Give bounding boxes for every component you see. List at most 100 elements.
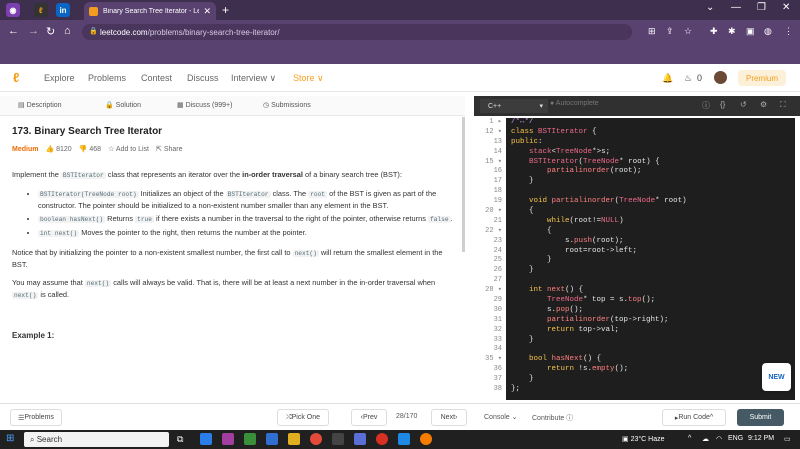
braces-icon[interactable]: {} xyxy=(720,100,725,109)
nav-explore[interactable]: Explore xyxy=(44,73,75,83)
code-line[interactable]: int next() { xyxy=(511,286,795,296)
nav-problems[interactable]: Problems xyxy=(88,73,126,83)
like-button[interactable]: 👍 8120 xyxy=(45,145,71,153)
tab-search-icon[interactable]: ⌄ xyxy=(706,2,714,13)
avatar[interactable] xyxy=(714,71,727,84)
code-line[interactable]: bool hasNext() { xyxy=(511,355,795,365)
code-line[interactable]: public: xyxy=(511,138,795,148)
back-icon[interactable]: ← xyxy=(8,25,19,37)
code-line[interactable]: return !s.empty(); xyxy=(511,365,795,375)
nav-discuss[interactable]: Discuss xyxy=(187,73,219,83)
settings-icon[interactable]: ⚙ xyxy=(760,100,767,109)
dislike-button[interactable]: 👎 468 xyxy=(79,145,101,153)
chrome-icon[interactable] xyxy=(310,433,322,445)
code-line[interactable] xyxy=(511,345,795,355)
onedrive-icon[interactable]: ☁ xyxy=(702,435,709,443)
home-icon[interactable]: ⌂ xyxy=(64,25,71,37)
close-tab-icon[interactable]: ✕ xyxy=(203,6,211,17)
pick-one-button[interactable]: ⤮ Pick One xyxy=(277,409,329,426)
address-bar[interactable]: 🔒 leetcode.com/problems/binary-search-tr… xyxy=(82,24,632,40)
code-line[interactable]: return top->val; xyxy=(511,326,795,336)
share-button[interactable]: ⇱ Share xyxy=(156,145,183,153)
nav-interview[interactable]: Interview ∨ xyxy=(231,73,276,84)
app-icon-green[interactable] xyxy=(244,433,256,445)
github-icon[interactable] xyxy=(332,433,344,445)
tray-chevron-icon[interactable]: ^ xyxy=(688,435,691,442)
code-editor[interactable]: /*↔*/class BSTIterator {public: stack<Tr… xyxy=(506,118,795,400)
premium-button[interactable]: Premium xyxy=(738,70,786,86)
fire-icon[interactable]: ♨ xyxy=(684,73,692,84)
code-line[interactable]: s.push(root); xyxy=(511,237,795,247)
app-icon-files[interactable] xyxy=(288,433,300,445)
code-line[interactable]: partialinorder(root); xyxy=(511,167,795,177)
code-line[interactable]: } xyxy=(511,177,795,187)
code-line[interactable]: stack<TreeNode*>s; xyxy=(511,148,795,158)
profile-icon[interactable]: ◍ xyxy=(764,26,772,37)
run-code-button[interactable]: ▸ Run Code ^ xyxy=(662,409,726,426)
lang-indicator[interactable]: ENG xyxy=(728,435,743,442)
forward-icon[interactable]: → xyxy=(28,25,39,37)
code-line[interactable] xyxy=(511,187,795,197)
tab-discuss[interactable]: ▦ Discuss (999+) xyxy=(177,101,232,109)
pinned-tab-app-icon[interactable]: ◉ xyxy=(6,3,20,17)
firefox-icon[interactable] xyxy=(420,433,432,445)
extension-icon[interactable]: ✚ xyxy=(710,26,718,37)
taskbar-search[interactable]: ⌕ Search xyxy=(24,432,169,447)
translate-icon[interactable]: ⊞ xyxy=(648,26,656,37)
opera-icon[interactable] xyxy=(376,433,388,445)
restore-icon[interactable]: ❐ xyxy=(757,2,766,13)
active-tab[interactable]: Binary Search Tree Iterator - Lee ✕ xyxy=(84,2,216,20)
app-icon-onenote[interactable] xyxy=(222,433,234,445)
code-line[interactable]: } xyxy=(511,375,795,385)
add-to-list-button[interactable]: ☆ Add to List xyxy=(108,145,149,153)
code-line[interactable]: BSTIterator(TreeNode* root) { xyxy=(511,158,795,168)
app-icon-blue[interactable] xyxy=(266,433,278,445)
contribute-button[interactable]: Contribute ⓘ xyxy=(532,413,573,423)
vscode-icon[interactable] xyxy=(398,433,410,445)
new-tab-icon[interactable]: + xyxy=(222,3,229,17)
code-line[interactable]: while(root!=NULL) xyxy=(511,217,795,227)
code-line[interactable] xyxy=(511,276,795,286)
code-line[interactable]: s.pop(); xyxy=(511,306,795,316)
reload-icon[interactable]: ↻ xyxy=(46,25,55,38)
close-window-icon[interactable]: ✕ xyxy=(782,2,790,13)
tab-submissions[interactable]: ◷ Submissions xyxy=(263,101,311,109)
nav-contest[interactable]: Contest xyxy=(141,73,172,83)
menu-dots-icon[interactable]: ⋮ xyxy=(784,26,793,37)
app-icon-store[interactable] xyxy=(200,433,212,445)
pinned-tab-linkedin-icon[interactable]: in xyxy=(56,3,70,17)
code-line[interactable]: void partialinorder(TreeNode* root) xyxy=(511,197,795,207)
sidebar-icon[interactable]: ▣ xyxy=(746,26,755,37)
code-line[interactable]: /*↔*/ xyxy=(511,118,795,128)
code-line[interactable]: { xyxy=(511,207,795,217)
clock[interactable]: 9:12 PM xyxy=(748,435,774,442)
bookmark-star-icon[interactable]: ☆ xyxy=(684,26,692,37)
reset-icon[interactable]: ↺ xyxy=(740,100,747,109)
windows-start-icon[interactable]: ⊞ xyxy=(6,433,14,444)
fullscreen-icon[interactable]: ⛶ xyxy=(780,100,786,110)
autocomplete-toggle[interactable]: ● Autocomplete xyxy=(550,100,599,107)
nav-store[interactable]: Store ∨ xyxy=(293,73,324,84)
notifications-icon[interactable]: ▭ xyxy=(784,435,791,443)
code-line[interactable]: root=root->left; xyxy=(511,247,795,257)
language-select[interactable]: C++ ▾ xyxy=(480,99,548,113)
bell-icon[interactable]: 🔔 xyxy=(662,73,673,84)
weather-widget[interactable]: ▣ 23°C Haze xyxy=(622,435,665,443)
code-line[interactable]: } xyxy=(511,256,795,266)
code-line[interactable]: } xyxy=(511,336,795,346)
problems-button[interactable]: ☰ Problems xyxy=(10,409,62,426)
next-button[interactable]: Next › xyxy=(431,409,467,426)
new-badge[interactable]: NEW xyxy=(762,363,791,391)
info-icon[interactable]: ⓘ xyxy=(702,100,710,111)
minimize-icon[interactable]: — xyxy=(731,2,741,13)
share-page-icon[interactable]: ⇪ xyxy=(666,26,674,37)
code-line[interactable]: partialinorder(top->right); xyxy=(511,316,795,326)
prev-button[interactable]: ‹ Prev xyxy=(351,409,387,426)
pinned-tab-leetcode-icon[interactable]: ℓ xyxy=(34,3,48,17)
extensions-puzzle-icon[interactable]: ✱ xyxy=(728,26,736,37)
app-icon-teams[interactable] xyxy=(354,433,366,445)
code-line[interactable]: }; xyxy=(511,385,795,395)
console-button[interactable]: Console ⌄ xyxy=(484,413,518,421)
submit-button[interactable]: Submit xyxy=(737,409,784,426)
tab-solution[interactable]: 🔒 Solution xyxy=(105,101,141,109)
